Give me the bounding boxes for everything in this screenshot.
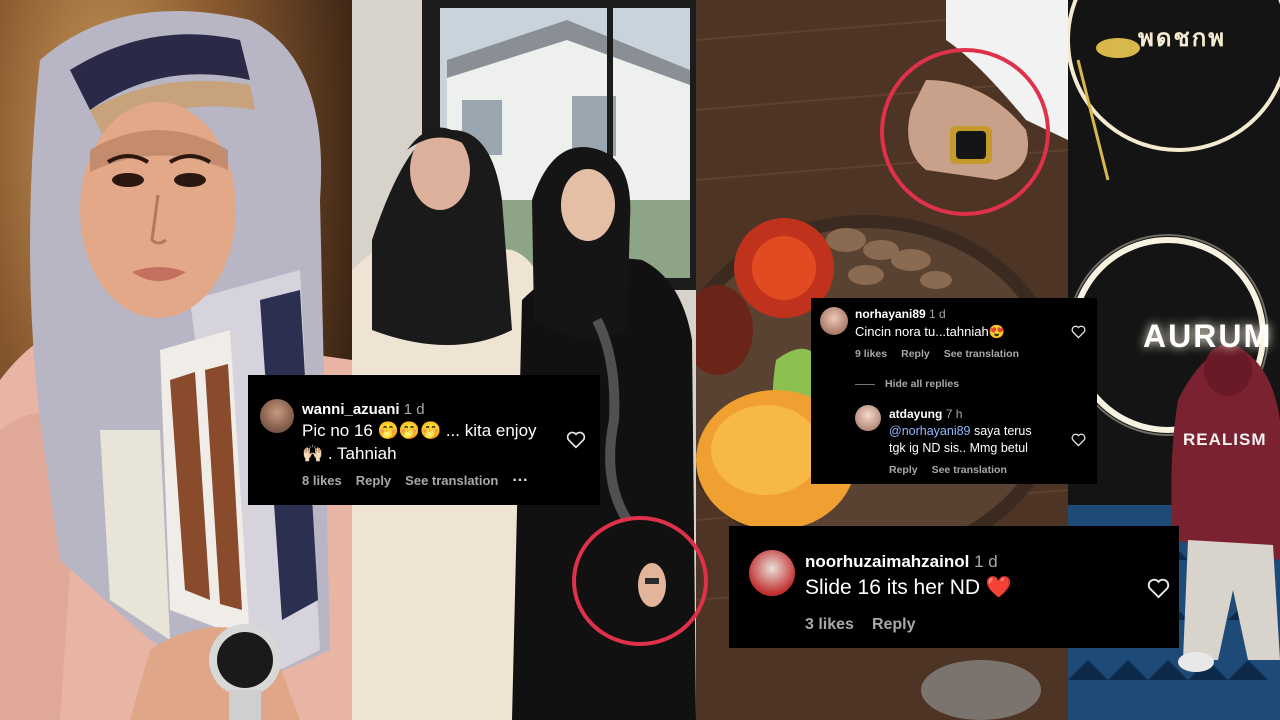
- comment-username: norhayani89 1 d: [855, 307, 946, 321]
- reply-time: 7 h: [945, 407, 963, 421]
- likes-count[interactable]: 3 likes: [805, 616, 854, 633]
- comment-username[interactable]: wanni_azuani 1 d: [302, 401, 425, 418]
- hide-replies-link[interactable]: Hide all replies: [885, 378, 959, 390]
- avatar[interactable]: [260, 399, 294, 433]
- reply-button[interactable]: Reply: [901, 348, 930, 360]
- replies-divider: [855, 384, 875, 385]
- reply-button[interactable]: Reply: [872, 616, 916, 633]
- reply-mention-link[interactable]: @norhayani89: [889, 424, 971, 438]
- comment-card-wanni: wanni_azuani 1 d Pic no 16 🤭🤭🤭 ... kita …: [248, 375, 600, 505]
- ring-highlight-circle-right: [880, 48, 1050, 216]
- comment-text: Slide 16 its her ND ❤️: [805, 576, 1013, 599]
- comment-text: Cincin nora tu...tahniah😍: [855, 324, 1005, 339]
- reply-username-text[interactable]: atdayung: [889, 407, 942, 421]
- reply-avatar[interactable]: [855, 405, 881, 431]
- reply-text-rest: saya terus: [970, 424, 1032, 438]
- top-sign-text: พดชกพ: [1138, 25, 1227, 52]
- likes-count[interactable]: 8 likes: [302, 473, 342, 488]
- comment-username-text[interactable]: norhayani89: [855, 307, 926, 321]
- comment-username-text[interactable]: noorhuzaimahzainol: [805, 552, 969, 571]
- see-translation-link[interactable]: See translation: [932, 464, 1007, 476]
- reply-text-line2: tgk ig ND sis.. Mmg betul: [889, 441, 1028, 455]
- heart-icon[interactable]: [1071, 325, 1086, 344]
- comment-card-noorhuzaimah: noorhuzaimahzainol 1 d Slide 16 its her …: [729, 526, 1179, 648]
- reply-text-line1: @norhayani89 saya terus: [889, 424, 1032, 438]
- comment-text-line1: Pic no 16 🤭🤭🤭 ... kita enjoy: [302, 421, 537, 440]
- comment-time: 1 d: [974, 552, 998, 571]
- heart-icon[interactable]: [1071, 433, 1086, 452]
- avatar[interactable]: [820, 307, 848, 335]
- heart-icon[interactable]: [1147, 578, 1170, 604]
- ring-highlight-circle-left: [572, 516, 708, 646]
- reply-username: atdayung 7 h: [889, 407, 962, 421]
- comment-username: noorhuzaimahzainol 1 d: [805, 552, 998, 572]
- reply-button[interactable]: Reply: [356, 473, 391, 488]
- comment-time: 1 d: [403, 401, 425, 418]
- comment-username-text[interactable]: wanni_azuani: [302, 401, 400, 418]
- scarf-portrait-illustration: [0, 11, 352, 720]
- more-options-icon[interactable]: ···: [512, 472, 528, 489]
- see-translation-link[interactable]: See translation: [944, 348, 1019, 360]
- hoodie-print-text: REALISM: [1183, 430, 1267, 449]
- heart-icon[interactable]: [566, 431, 586, 454]
- likes-count[interactable]: 9 likes: [855, 348, 887, 360]
- avatar[interactable]: [749, 550, 795, 596]
- reply-button[interactable]: Reply: [889, 464, 918, 476]
- comment-text-line2: 🙌🏻 . Tahniah: [302, 444, 397, 463]
- aurum-sign-text: AURUM: [1143, 318, 1273, 354]
- see-translation-link[interactable]: See translation: [405, 473, 498, 488]
- photo-panel-scarf-portrait: [0, 0, 352, 720]
- comment-time: 1 d: [929, 307, 946, 321]
- comment-card-norhayani: norhayani89 1 d Cincin nora tu...tahniah…: [811, 298, 1097, 484]
